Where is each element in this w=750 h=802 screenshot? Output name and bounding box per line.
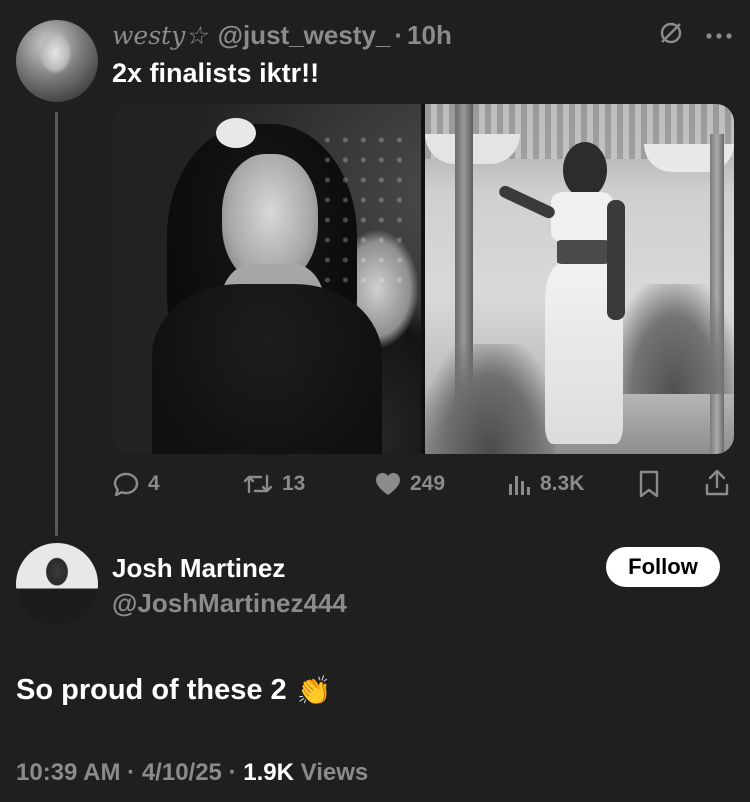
- original-tweet-header: westy☆ @just_westy_ · 10h: [112, 18, 452, 52]
- tweet-time[interactable]: 10h: [407, 20, 452, 51]
- like-action[interactable]: 249: [374, 471, 445, 497]
- header-separator: ·: [394, 19, 404, 50]
- tweet-media-grid: [112, 104, 734, 454]
- reply-body: So proud of these 2 👏: [16, 674, 332, 707]
- grok-icon[interactable]: [658, 20, 684, 51]
- like-count: 249: [410, 472, 446, 495]
- reply-time[interactable]: 10:39 AM: [16, 759, 120, 786]
- views-action[interactable]: 8.3K: [508, 472, 584, 496]
- reply-author-handle[interactable]: @JoshMartinez444: [112, 588, 347, 619]
- reply-count: 4: [148, 472, 160, 495]
- reply-author-name[interactable]: Josh Martinez: [112, 553, 285, 584]
- tweet-action-bar: 4 13 249 8.3K: [112, 466, 734, 502]
- follow-button[interactable]: Follow: [606, 547, 720, 587]
- reply-views-label: Views: [300, 759, 369, 786]
- meta-separator: ·: [127, 759, 136, 786]
- thread-connector-line: [55, 112, 58, 536]
- clap-emoji: 👏: [296, 674, 332, 707]
- repost-action[interactable]: 13: [242, 471, 305, 497]
- repost-count: 13: [282, 472, 306, 495]
- reply-text: So proud of these 2: [16, 674, 287, 706]
- bookmark-icon[interactable]: [638, 470, 660, 504]
- views-icon: [508, 472, 532, 496]
- original-author-avatar[interactable]: [16, 20, 98, 102]
- reply-icon: [112, 470, 140, 498]
- tweet-top-icons: [658, 20, 732, 51]
- original-tweet-text: 2x finalists iktr!!: [112, 58, 320, 88]
- photo-woman-white-outfit[interactable]: [425, 104, 734, 454]
- reply-views-count: 1.9K: [243, 759, 294, 786]
- original-author-handle[interactable]: @just_westy_: [218, 20, 391, 51]
- reply-date[interactable]: 4/10/25: [142, 759, 222, 786]
- original-author-name[interactable]: westy☆: [112, 21, 208, 50]
- like-icon: [374, 471, 402, 497]
- views-count: 8.3K: [540, 472, 585, 495]
- meta-separator: ·: [228, 759, 237, 786]
- reply-meta: 10:39 AM · 4/10/25 · 1.9K Views: [16, 759, 368, 787]
- reply-author-avatar[interactable]: [16, 543, 98, 625]
- repost-icon: [242, 471, 274, 497]
- share-icon[interactable]: [704, 469, 730, 503]
- more-icon[interactable]: [706, 27, 732, 45]
- reply-action[interactable]: 4: [112, 470, 160, 498]
- photo-woman-black-dress[interactable]: [112, 104, 421, 454]
